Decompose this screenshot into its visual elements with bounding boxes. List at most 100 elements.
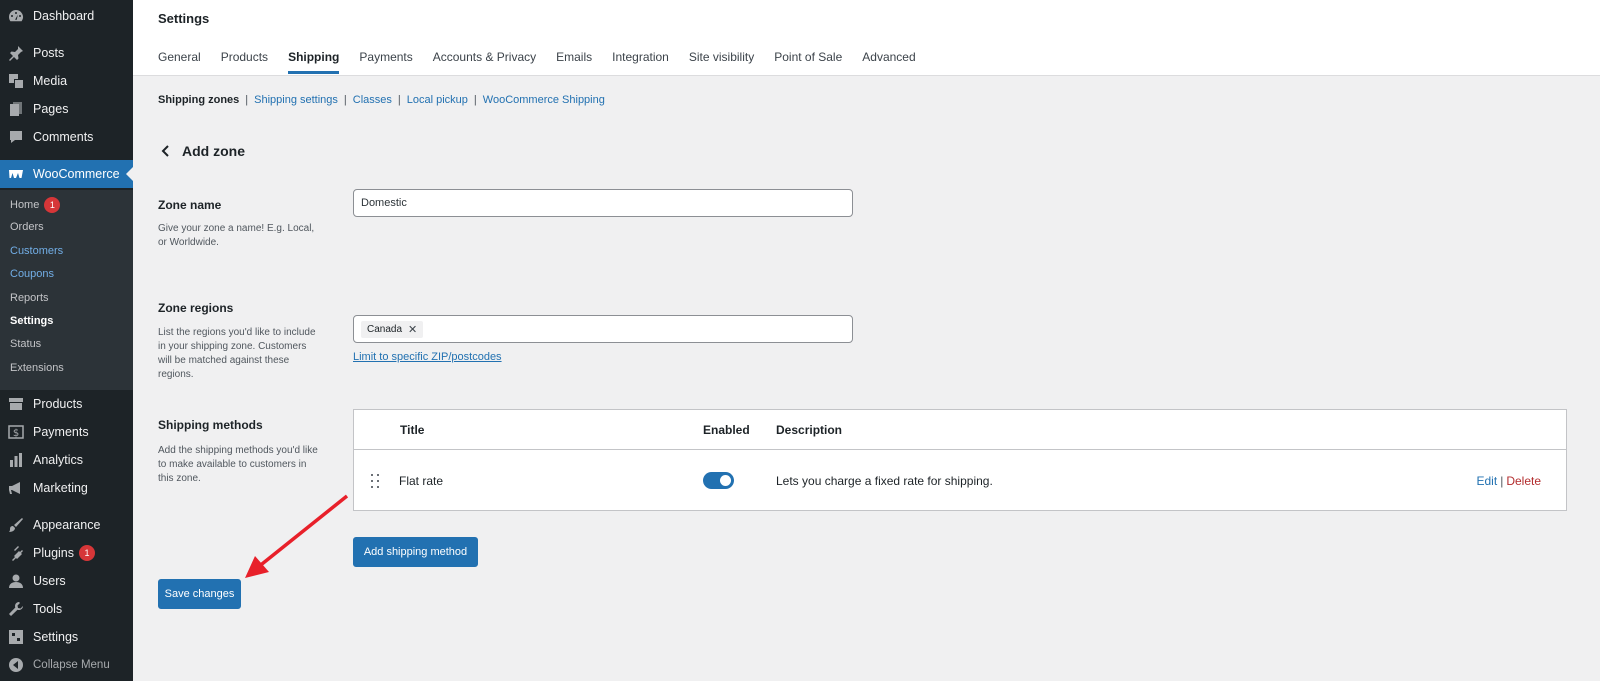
submenu-customers[interactable]: Customers (10, 245, 63, 257)
delete-link[interactable]: Delete (1506, 474, 1541, 488)
tab-accounts-privacy[interactable]: Accounts & Privacy (433, 50, 536, 74)
submenu-status[interactable]: Status (10, 338, 41, 350)
submenu-extensions[interactable]: Extensions (10, 362, 64, 374)
table-row: Flat rate Lets you charge a fixed rate f… (354, 451, 1566, 511)
annotation-arrow-icon (245, 494, 349, 578)
svg-text:$: $ (13, 428, 19, 439)
zone-regions-label: Zone regions (158, 301, 234, 315)
menu-label: Appearance (33, 518, 101, 532)
submenu-orders[interactable]: Orders (10, 221, 44, 233)
shipping-methods-description: Add the shipping methods you'd like to m… (158, 445, 318, 484)
tab-advanced[interactable]: Advanced (862, 50, 915, 74)
tab-payments[interactable]: Payments (359, 50, 412, 74)
limit-zip-link[interactable]: Limit to specific ZIP/postcodes (353, 351, 502, 363)
page-title: Settings (158, 11, 210, 26)
menu-analytics[interactable]: Analytics (0, 446, 133, 474)
subnav-woocommerce-shipping[interactable]: WooCommerce Shipping (483, 94, 605, 106)
subnav-separator: | (397, 94, 401, 106)
add-shipping-method-button[interactable]: Add shipping method (353, 537, 478, 567)
tab-emails[interactable]: Emails (556, 50, 592, 74)
remove-icon[interactable]: ✕ (408, 323, 417, 336)
menu-products[interactable]: Products (0, 390, 133, 418)
wrench-icon (8, 601, 24, 617)
action-separator: | (1500, 474, 1504, 488)
tab-products[interactable]: Products (221, 50, 268, 74)
menu-label: Plugins (33, 546, 74, 560)
menu-label: Collapse Menu (33, 659, 110, 671)
method-description: Lets you charge a fixed rate for shippin… (776, 474, 993, 488)
menu-appearance[interactable]: Appearance (0, 511, 133, 539)
back-header: Add zone (160, 143, 245, 159)
edit-link[interactable]: Edit (1477, 474, 1498, 488)
zone-regions-input[interactable]: Canada ✕ (353, 315, 853, 343)
collapse-menu-button[interactable]: Collapse Menu (0, 651, 133, 679)
settings-header: Settings General Products Shipping Payme… (133, 0, 1600, 76)
menu-payments[interactable]: $ Payments (0, 418, 133, 446)
menu-label: Analytics (33, 453, 84, 467)
menu-users[interactable]: Users (0, 567, 133, 595)
shipping-methods-table: Title Enabled Description Flat rate Lets… (353, 409, 1567, 511)
menu-plugins[interactable]: Plugins 1 (0, 539, 133, 567)
menu-tools[interactable]: Tools (0, 595, 133, 623)
tab-integration[interactable]: Integration (612, 50, 669, 74)
tab-site-visibility[interactable]: Site visibility (689, 50, 754, 74)
subnav-shipping-zones: Shipping zones (158, 94, 240, 106)
notification-badge: 1 (79, 545, 95, 561)
woocommerce-icon (8, 166, 24, 182)
region-chip-label: Canada (367, 323, 403, 335)
menu-woocommerce[interactable]: WooCommerce (0, 160, 133, 188)
menu-label: Users (33, 574, 66, 588)
pin-icon (8, 45, 24, 61)
menu-pages[interactable]: Pages (0, 95, 133, 123)
subnav-shipping-settings[interactable]: Shipping settings (254, 94, 338, 106)
menu-media[interactable]: Media (0, 67, 133, 95)
tab-general[interactable]: General (158, 50, 201, 74)
page-heading: Add zone (182, 143, 245, 159)
column-enabled: Enabled (703, 423, 750, 437)
submenu-reports[interactable]: Reports (10, 292, 49, 304)
menu-label: Media (33, 74, 68, 88)
settings-tabs: General Products Shipping Payments Accou… (158, 50, 916, 74)
subnav-classes[interactable]: Classes (353, 94, 392, 106)
menu-comments[interactable]: Comments (0, 123, 133, 151)
notification-badge: 1 (44, 197, 61, 213)
subnav-local-pickup[interactable]: Local pickup (407, 94, 468, 106)
menu-label: Marketing (33, 481, 88, 495)
pages-icon (8, 101, 24, 117)
menu-label: Dashboard (33, 9, 95, 23)
menu-settings[interactable]: Settings (0, 623, 133, 651)
subnav-separator: | (473, 94, 477, 106)
megaphone-icon (8, 480, 24, 496)
tab-shipping[interactable]: Shipping (288, 50, 340, 74)
enabled-toggle[interactable] (703, 472, 734, 489)
paintbrush-icon (8, 517, 24, 533)
menu-dashboard[interactable]: Dashboard (0, 2, 133, 30)
menu-label: Comments (33, 130, 94, 144)
woocommerce-submenu: Home 1 Orders Customers Coupons Reports S… (0, 190, 133, 390)
admin-sidebar: Dashboard Posts Media Pages Comments Woo… (0, 0, 133, 681)
chevron-left-icon[interactable] (160, 145, 172, 157)
shipping-methods-label: Shipping methods (158, 418, 263, 432)
dollar-icon: $ (8, 424, 24, 440)
zone-name-description: Give your zone a name! E.g. Local, or Wo… (158, 223, 315, 248)
drag-handle-icon[interactable] (370, 473, 382, 489)
submenu-settings[interactable]: Settings (10, 315, 53, 327)
menu-label: Posts (33, 46, 65, 60)
column-description: Description (776, 423, 843, 437)
method-title: Flat rate (399, 474, 444, 488)
subnav-separator: | (343, 94, 347, 106)
region-chip: Canada ✕ (361, 320, 424, 338)
menu-marketing[interactable]: Marketing (0, 474, 133, 502)
submenu-label: Home (10, 198, 40, 211)
settings-icon (8, 629, 24, 645)
menu-posts[interactable]: Posts (0, 39, 133, 67)
menu-label: Tools (33, 602, 63, 616)
menu-label: WooCommerce (33, 167, 120, 181)
tab-point-of-sale[interactable]: Point of Sale (774, 50, 842, 74)
submenu-home[interactable]: Home 1 (10, 197, 61, 213)
save-changes-button[interactable]: Save changes (158, 579, 241, 609)
menu-label: Settings (33, 630, 79, 644)
zone-name-input[interactable]: Domestic (353, 189, 853, 217)
submenu-coupons[interactable]: Coupons (10, 268, 54, 280)
chart-bar-icon (8, 452, 24, 468)
